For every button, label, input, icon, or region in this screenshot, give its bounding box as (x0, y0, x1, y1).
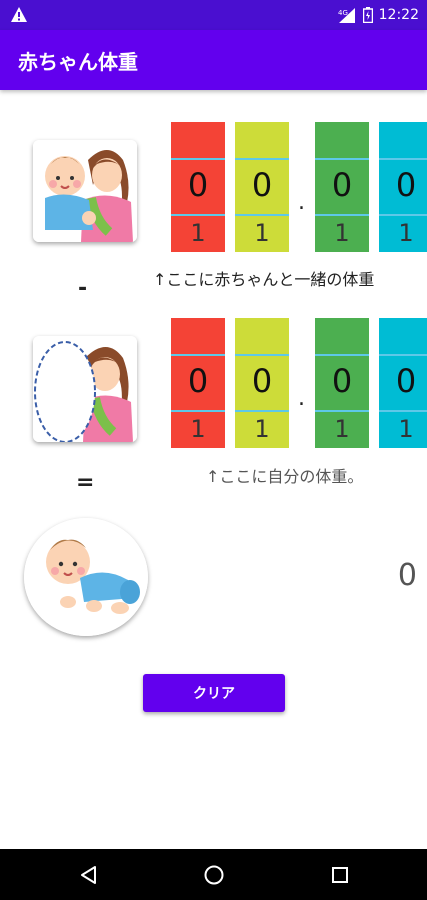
digit-next: 1 (254, 219, 270, 247)
minus-operator: - (78, 276, 88, 301)
digit-wheel-tenths[interactable]: 0 1 (315, 122, 369, 252)
digit-value: 0 (331, 166, 353, 204)
digit-value: 0 (395, 362, 417, 400)
equals-operator: = (76, 470, 95, 495)
decimal-point: . (298, 386, 305, 411)
digit-value: 0 (331, 362, 353, 400)
app-bar: 赤ちゃん体重 (0, 30, 427, 90)
battery-icon (362, 7, 373, 23)
digit-wheel-hundredths[interactable]: 0 1 (379, 122, 427, 252)
signal-label: 4G (338, 9, 348, 17)
digit-value: 0 (187, 166, 209, 204)
digit-wheel-tens[interactable]: 0 1 (171, 122, 225, 252)
combined-weight-picker: 0 1 0 1 . 0 1 0 1 (171, 122, 427, 252)
navigation-bar (0, 849, 427, 900)
digit-next: 1 (334, 219, 350, 247)
digit-wheel-ones[interactable]: 0 1 (235, 122, 289, 252)
digit-wheel-tens[interactable]: 0 1 (171, 318, 225, 448)
digit-value: 0 (251, 362, 273, 400)
app-title: 赤ちゃん体重 (18, 50, 138, 74)
back-icon[interactable] (77, 863, 101, 887)
recents-icon[interactable] (328, 863, 352, 887)
digit-next: 1 (398, 415, 414, 443)
combined-weight-hint: ↑ここに赤ちゃんと一緒の体重 (153, 270, 375, 289)
digit-value: 0 (395, 166, 417, 204)
digit-value: 0 (251, 166, 273, 204)
digit-wheel-tenths[interactable]: 0 1 (315, 318, 369, 448)
digit-value: 0 (187, 362, 209, 400)
mother-with-baby-image (33, 140, 137, 242)
baby-image (24, 518, 148, 636)
self-weight-hint: ↑ここに自分の体重。 (206, 467, 364, 486)
digit-next: 1 (190, 415, 206, 443)
self-weight-picker: 0 1 0 1 . 0 1 0 1 (171, 318, 427, 448)
digit-next: 1 (398, 219, 414, 247)
status-time: 12:22 (378, 7, 419, 23)
warning-icon (11, 7, 27, 22)
clear-button[interactable]: クリア (143, 674, 285, 712)
status-bar: 4G 12:22 (0, 0, 427, 30)
baby-weight-result: 0 (397, 558, 417, 593)
home-icon[interactable] (202, 863, 226, 887)
decimal-point: . (298, 190, 305, 215)
status-indicators: 4G 12:22 (337, 5, 419, 25)
signal-icon: 4G (338, 8, 355, 23)
digit-next: 1 (334, 415, 350, 443)
digit-next: 1 (254, 415, 270, 443)
digit-wheel-ones[interactable]: 0 1 (235, 318, 289, 448)
mother-alone-image (33, 336, 137, 442)
digit-next: 1 (190, 219, 206, 247)
digit-wheel-hundredths[interactable]: 0 1 (379, 318, 427, 448)
